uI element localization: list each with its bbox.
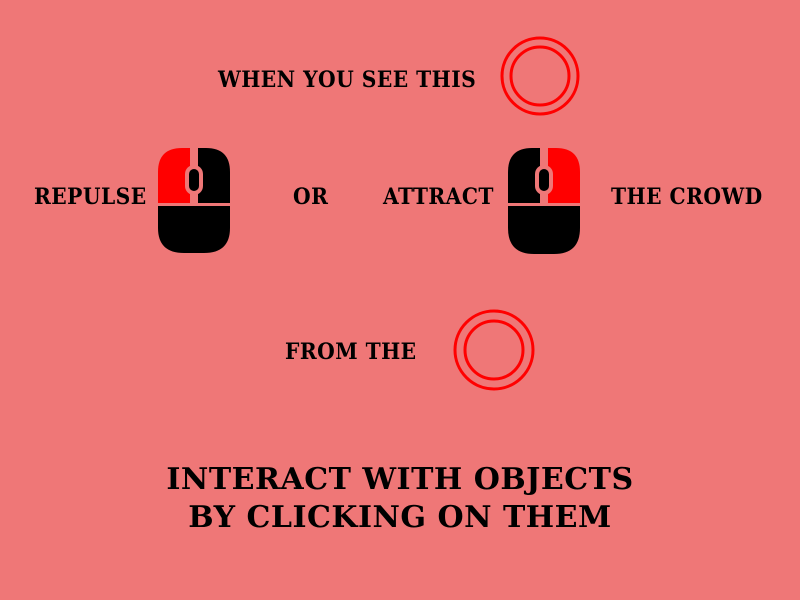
target-ring-icon — [453, 309, 535, 391]
attract-text: ATTRACT — [383, 184, 494, 210]
mouse-left-click-icon — [158, 148, 230, 253]
target-ring-icon — [500, 36, 580, 116]
mouse-right-click-icon — [508, 148, 580, 254]
repulse-text: REPULSE — [34, 184, 147, 210]
or-text: OR — [293, 184, 329, 210]
from-the-text: FROM THE — [285, 339, 417, 365]
interact-instruction-line2: BY CLICKING ON THEM — [188, 500, 612, 535]
interact-instruction-line1: INTERACT WITH OBJECTS — [166, 462, 634, 497]
the-crowd-text: THE CROWD — [611, 184, 763, 210]
when-you-see-this-text: WHEN YOU SEE THIS — [218, 67, 477, 93]
